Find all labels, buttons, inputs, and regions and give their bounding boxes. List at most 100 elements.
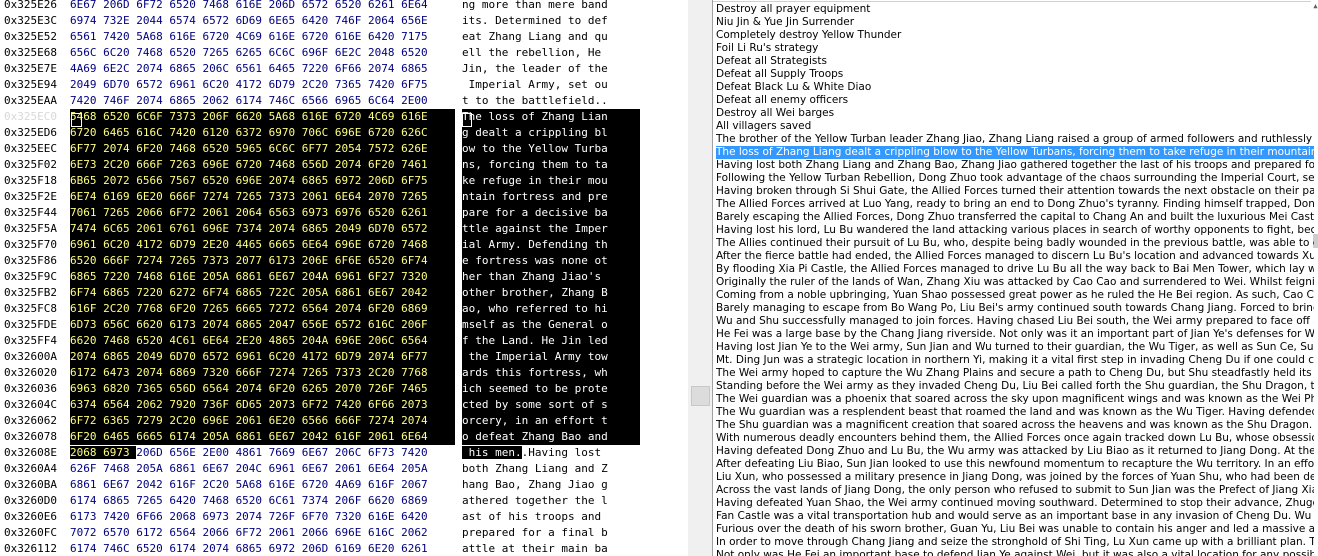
pane-splitter[interactable] [688,0,712,556]
ascii-text-unselected[interactable]: .Having lost [522,446,608,459]
string-list-item[interactable]: Standing before the Wei army as they inv… [716,380,1314,393]
hex-row[interactable]: 0x32608E 2068 6973 206D 656E 2E00 4861 76… [0,445,688,461]
hex-bytes[interactable]: 6F20 6465 6665 6174 205A 6861 6E67 2042 … [70,429,455,445]
ascii-text[interactable]: prepared for a final b [462,525,640,541]
string-list-item[interactable]: Having broken through Si Shui Gate, the … [716,185,1314,198]
string-list-item[interactable]: Wu and Shu successfully managed to join … [716,315,1314,328]
hex-row[interactable]: 0x325E94 2049 6D70 6572 6961 6C20 4172 6D… [0,77,688,93]
hex-row[interactable]: 0x326078 6F20 6465 6665 6174 205A 6861 6E… [0,429,688,445]
ascii-text[interactable]: eat Zhang Liang and qu [462,29,640,45]
hex-bytes[interactable]: 6D73 656C 6620 6173 2074 6865 2047 656E … [70,317,455,333]
hex-row[interactable]: 0x32604C 6374 6564 2062 7920 736F 6D65 20… [0,397,688,413]
hex-bytes[interactable]: 7420 746F 2074 6865 2062 6174 746C 6566 … [70,93,455,109]
string-list-item[interactable]: Across the vast lands of Jiang Dong, the… [716,484,1314,497]
ascii-text[interactable]: ow to the Yellow Turba [462,141,640,157]
hex-bytes[interactable]: 6E74 6169 6E20 666F 7274 7265 7373 2061 … [70,189,455,205]
hex-bytes[interactable]: 6F74 6865 7220 6272 6F74 6865 722C 205A … [70,285,455,301]
hex-row[interactable]: 0x325FF4 6620 7468 6520 4C61 6E64 2E20 48… [0,333,688,349]
hex-row[interactable]: 0x3260FC 7072 6570 6172 6564 2066 6F72 20… [0,525,688,541]
hex-bytes[interactable]: 7061 7265 2066 6F72 2061 2064 6563 6973 … [70,205,455,221]
string-list-item[interactable]: The Wei army hoped to capture the Wu Zha… [716,367,1314,380]
ascii-text[interactable]: hang Bao, Zhang Jiao g [462,477,640,493]
hex-row[interactable]: 0x325F2E 6E74 6169 6E20 666F 7274 7265 73… [0,189,688,205]
ascii-text[interactable]: The loss of Zhang Lian [462,109,640,125]
hex-row[interactable]: 0x3260E6 6173 7420 6F66 2068 6973 2074 72… [0,509,688,525]
ascii-text[interactable]: pare for a decisive ba [462,205,640,221]
ascii-text[interactable]: ell the rebellion, He [462,45,640,61]
ascii-text[interactable]: other brother, Zhang B [462,285,640,301]
hex-row[interactable]: 0x325F44 7061 7265 2066 6F72 2061 2064 65… [0,205,688,221]
hex-bytes[interactable]: 6173 7420 6F66 2068 6973 2074 726F 6F70 … [70,509,455,525]
string-list-item[interactable]: Mt. Ding Jun was a strategic location in… [716,354,1314,367]
string-list-item[interactable]: The brother of the Yellow Turban leader … [716,133,1314,146]
ascii-text[interactable]: orcery, in an effort t [462,413,640,429]
hex-bytes[interactable]: 6F72 6365 7279 2C20 696E 2061 6E20 6566 … [70,413,455,429]
hex-row[interactable]: 0x326020 6172 6473 2074 6869 7320 666F 72… [0,365,688,381]
hex-row[interactable]: 0x325EC0 5468 6520 6C6F 7373 206F 6620 5A… [0,109,688,125]
ascii-text[interactable]: ke refuge in their mou [462,173,640,189]
hex-row[interactable]: 0x326036 6963 6820 7365 656D 6564 2074 6F… [0,381,688,397]
ascii-text[interactable]: Jin, the leader of the [462,61,640,77]
string-list-item[interactable]: Completely destroy Yellow Thunder [716,29,1314,42]
string-list-item[interactable]: Having lost both Zhang Liang and Zhang B… [716,159,1314,172]
hex-bytes[interactable]: 6974 732E 2044 6574 6572 6D69 6E65 6420 … [70,13,455,29]
hex-bytes[interactable]: 6B65 2072 6566 7567 6520 696E 2074 6865 … [70,173,455,189]
ascii-text[interactable]: ich seemed to be prote [462,381,640,397]
hex-row[interactable]: 0x325FB2 6F74 6865 7220 6272 6F74 6865 72… [0,285,688,301]
hex-bytes[interactable]: 6F77 2074 6F20 7468 6520 5965 6C6C 6F77 … [70,141,455,157]
hex-row[interactable]: 0x325F70 6961 6C20 4172 6D79 2E20 4465 66… [0,237,688,253]
hex-row[interactable]: 0x3260A4 626F 7468 205A 6861 6E67 204C 69… [0,461,688,477]
string-list-item[interactable]: Defeat all Strategists [716,55,1314,68]
hex-row[interactable]: 0x325E7E 4A69 6E2C 2074 6865 206C 6561 64… [0,61,688,77]
ascii-text[interactable]: e fortress was none ot [462,253,640,269]
string-list-item[interactable]: In order to move through Chang Jiang and… [716,536,1314,549]
hex-bytes[interactable]: 6172 6473 2074 6869 7320 666F 7274 7265 … [70,365,455,381]
ascii-text[interactable]: the Imperial Army tow [462,349,640,365]
string-list-item[interactable]: After defeating Liu Biao, Sun Jian looke… [716,458,1314,471]
hex-row[interactable]: 0x325E26 6E67 206D 6F72 6520 7468 616E 20… [0,0,688,13]
hex-row[interactable]: 0x326062 6F72 6365 7279 2C20 696E 2061 6E… [0,413,688,429]
hex-row[interactable]: 0x3260BA 6861 6E67 2042 616F 2C20 5A68 61… [0,477,688,493]
ascii-text[interactable]: mself as the General o [462,317,640,333]
string-list-item[interactable]: Following the Yellow Turban Rebellion, D… [716,172,1314,185]
string-list-item[interactable]: Destroy all prayer equipment [716,3,1314,16]
hex-row[interactable]: 0x325ED6 6720 6465 616C 7420 6120 6372 69… [0,125,688,141]
string-list-item[interactable]: Having lost Jian Ye to the Wei army, Sun… [716,341,1314,354]
hex-bytes[interactable]: 6961 6C20 4172 6D79 2E20 4465 6665 6E64 … [70,237,455,253]
hex-bytes[interactable]: 4A69 6E2C 2074 6865 206C 6561 6465 7220 … [70,61,455,77]
hex-row[interactable]: 0x325FC8 616F 2C20 7768 6F20 7265 6665 72… [0,301,688,317]
ascii-text[interactable]: its. Determined to def [462,13,640,29]
string-list-item[interactable]: Having defeated Yuan Shao, the Wei army … [716,497,1314,510]
hex-row[interactable]: 0x325F9C 6865 7220 7468 616E 205A 6861 6E… [0,269,688,285]
string-list-item[interactable]: Defeat Black Lu & White Diao [716,81,1314,94]
ascii-text[interactable]: ntain fortress and pre [462,189,640,205]
hex-bytes[interactable]: 6E67 206D 6F72 6520 7468 616E 206D 6572 … [70,0,455,13]
ascii-text[interactable]: cted by some sort of s [462,397,640,413]
string-list-item[interactable]: The Wu guardian was a resplendent beast … [716,406,1314,419]
hex-bytes[interactable]: 616F 2C20 7768 6F20 7265 6665 7272 6564 … [70,301,455,317]
hex-bytes[interactable]: 2049 6D70 6572 6961 6C20 4172 6D79 2C20 … [70,77,455,93]
string-list-item[interactable]: Coming from a noble upbringing, Yuan Sha… [716,289,1314,302]
ascii-text[interactable]: ttle against the Imper [462,221,640,237]
hex-row[interactable]: 0x325EEC 6F77 2074 6F20 7468 6520 5965 6C… [0,141,688,157]
hex-bytes[interactable]: 6174 746C 6520 6174 2074 6865 6972 206D … [70,541,455,556]
string-list-item[interactable]: With numerous deadly encounters behind t… [716,432,1314,445]
hex-row[interactable]: 0x325E3C 6974 732E 2044 6574 6572 6D69 6E… [0,13,688,29]
hex-bytes[interactable]: 6561 7420 5A68 616E 6720 4C69 616E 6720 … [70,29,455,45]
ascii-text[interactable]: ns, forcing them to ta [462,157,640,173]
hex-row[interactable]: 0x325EAA 7420 746F 2074 6865 2062 6174 74… [0,93,688,109]
string-list-item[interactable]: Destroy all Wei barges [716,107,1314,120]
string-list-item[interactable]: Having defeated Dong Zhuo and Lu Bu, the… [716,445,1314,458]
hex-bytes[interactable]: 6720 6465 616C 7420 6120 6372 6970 706C … [70,125,455,141]
ascii-text[interactable]: ast of his troops and [462,509,640,525]
ascii-text[interactable]: athered together the l [462,493,640,509]
hex-row[interactable]: 0x326112 6174 746C 6520 6174 2074 6865 69… [0,541,688,556]
ascii-text[interactable]: g dealt a crippling bl [462,125,640,141]
hex-bytes[interactable]: 6374 6564 2062 7920 736F 6D65 2073 6F72 … [70,397,455,413]
hex-bytes[interactable]: 7474 6C65 2061 6761 696E 7374 2074 6865 … [70,221,455,237]
hex-bytes[interactable]: 2074 6865 2049 6D70 6572 6961 6C20 4172 … [70,349,455,365]
string-list-item[interactable]: Defeat all enemy officers [716,94,1314,107]
hex-bytes[interactable]: 6520 666F 7274 7265 7373 2077 6173 206E … [70,253,455,269]
hex-row[interactable]: 0x325FDE 6D73 656C 6620 6173 2074 6865 20… [0,317,688,333]
hex-row[interactable]: 0x325E52 6561 7420 5A68 616E 6720 4C69 61… [0,29,688,45]
